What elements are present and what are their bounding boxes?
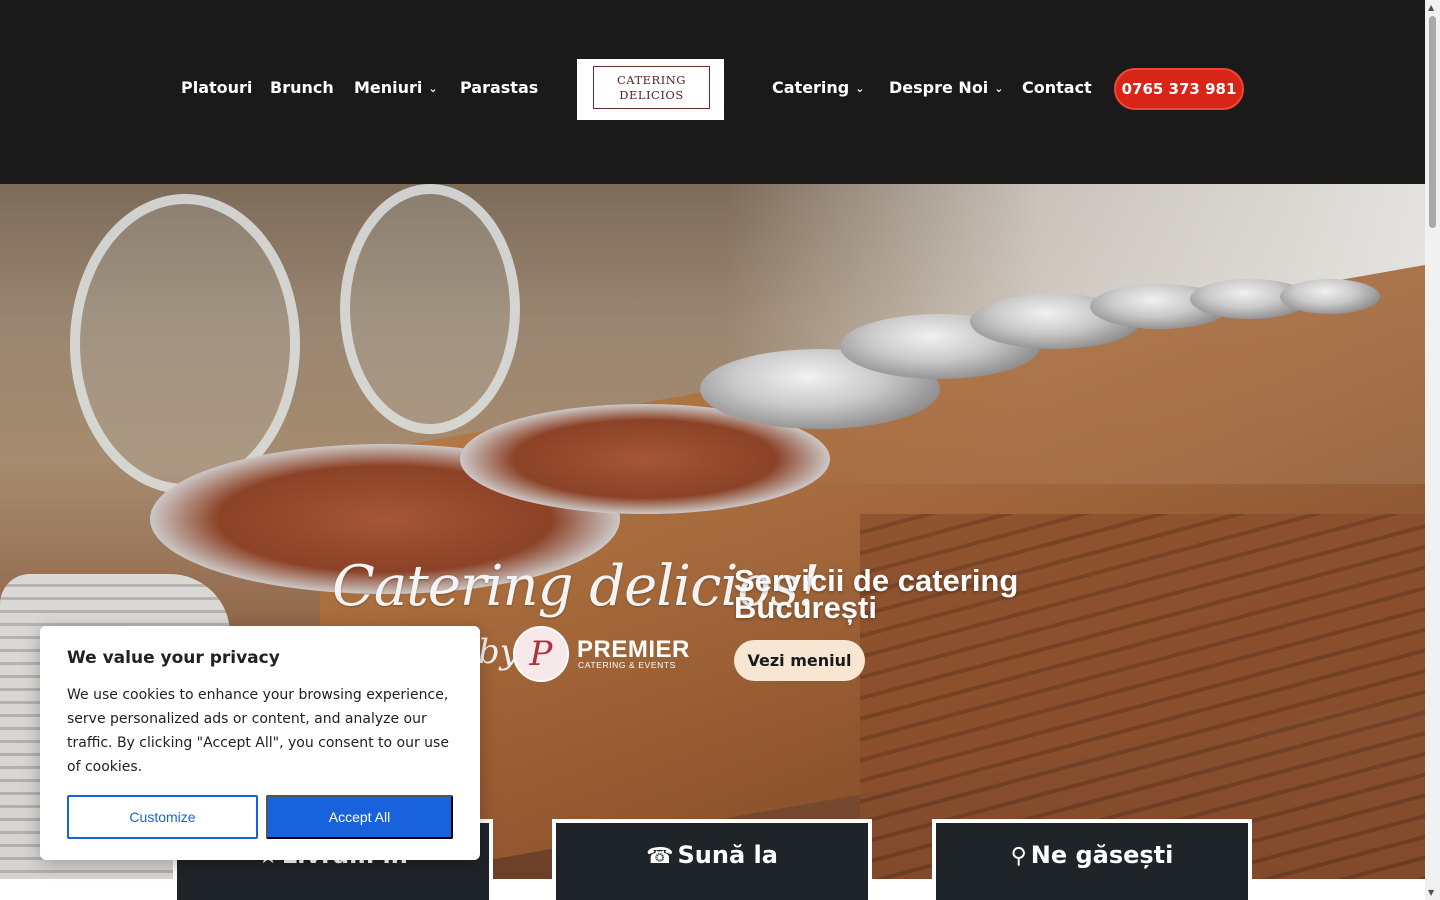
phone-button[interactable]: 0765 373 981 [1114, 68, 1244, 110]
info-box-title: Sună la [677, 841, 778, 869]
nav-item-platouri[interactable]: Platouri [181, 78, 252, 98]
scroll-up-arrow-icon[interactable]: ▲ [1428, 3, 1434, 12]
cookie-banner-title: We value your privacy [67, 648, 280, 668]
nav-label: Contact [1022, 78, 1092, 97]
chafer-lid-image [340, 184, 520, 434]
nav-label: Meniuri [354, 78, 423, 97]
cookie-consent-banner: We value your privacy We use cookies to … [40, 626, 480, 860]
view-menu-button[interactable]: Vezi meniul [734, 640, 865, 681]
premier-logo-name: PREMIER [577, 636, 690, 663]
nav-item-catering[interactable]: Catering ⌄ [772, 78, 864, 99]
phone-icon: ☎ [646, 844, 674, 869]
nav-item-parastas[interactable]: Parastas [460, 78, 538, 98]
chafer-lid-image [70, 194, 300, 494]
logo-text-line2: DELICIOS [619, 87, 684, 102]
nav-item-contact[interactable]: Contact [1022, 78, 1092, 98]
scroll-down-arrow-icon[interactable]: ▼ [1428, 888, 1434, 897]
nav-label: Brunch [270, 78, 334, 97]
nav-item-brunch[interactable]: Brunch [270, 78, 334, 98]
premier-logo-icon: P [513, 626, 569, 682]
page-scrollbar[interactable]: ▲ ▼ [1425, 0, 1440, 900]
info-box-title: Ne găsești [1030, 841, 1174, 869]
nav-item-despre-noi[interactable]: Despre Noi ⌄ [889, 78, 1004, 99]
nav-label: Catering [772, 78, 850, 97]
customize-button[interactable]: Customize [67, 795, 258, 839]
site-header: Platouri Brunch Meniuri ⌄ Parastas CATERI… [0, 0, 1425, 184]
hero-heading: Servicii de catering București [734, 563, 1019, 625]
cookie-banner-text: We use cookies to enhance your browsing … [67, 687, 449, 775]
scrollbar-thumb[interactable] [1429, 16, 1436, 228]
site-logo[interactable]: CATERING DELICIOS [577, 59, 724, 120]
nav-label: Platouri [181, 78, 253, 97]
chevron-down-icon: ⌄ [428, 82, 438, 95]
nav-label: Parastas [460, 78, 539, 97]
info-box-location: ⚲ Ne găsești [932, 819, 1252, 900]
logo-frame: CATERING DELICIOS [593, 66, 710, 109]
chevron-down-icon: ⌄ [994, 82, 1004, 95]
nav-item-meniuri[interactable]: Meniuri ⌄ [354, 78, 438, 99]
info-box-call: ☎ Sună la [552, 819, 872, 900]
logo-text-line1: CATERING [617, 72, 686, 87]
premier-logo-tagline: CATERING & EVENTS [578, 660, 676, 670]
chafer-dish-image [1280, 279, 1380, 314]
chevron-down-icon: ⌄ [855, 82, 865, 95]
map-pin-icon: ⚲ [1010, 844, 1027, 869]
accept-all-button[interactable]: Accept All [266, 795, 453, 839]
nav-label: Despre Noi [889, 78, 989, 97]
